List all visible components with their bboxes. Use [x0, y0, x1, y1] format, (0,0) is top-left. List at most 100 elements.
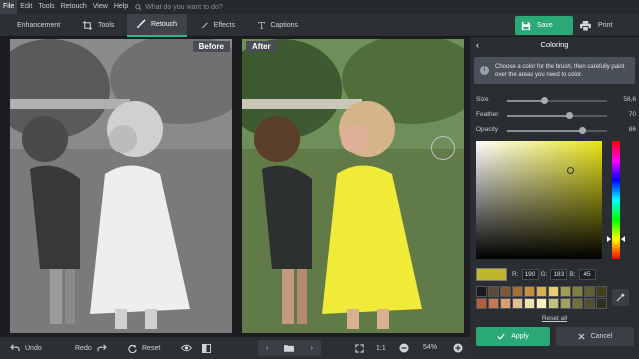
hue-strip[interactable]	[612, 141, 620, 259]
opacity-thumb[interactable]	[579, 127, 586, 134]
help-search-placeholder: What do you want to do?	[145, 3, 223, 11]
zoom-out-button[interactable]	[399, 340, 409, 356]
b-input[interactable]: 45	[578, 269, 596, 280]
color-swatch[interactable]	[512, 298, 523, 309]
after-photo[interactable]: After	[242, 39, 464, 333]
save-button[interactable]: Save	[515, 16, 573, 35]
color-swatch[interactable]	[584, 286, 595, 297]
feather-track[interactable]	[507, 112, 607, 119]
menu-view[interactable]: View	[90, 0, 111, 14]
undo-button[interactable]: Undo	[10, 340, 42, 356]
color-swatch[interactable]	[536, 286, 547, 297]
menu-help[interactable]: Help	[111, 0, 131, 14]
print-button[interactable]: Print	[576, 16, 636, 35]
opacity-track[interactable]	[507, 127, 607, 134]
folder-icon[interactable]	[284, 344, 295, 352]
size-slider[interactable]: Size 58,6	[476, 96, 636, 106]
color-swatch[interactable]	[548, 298, 559, 309]
save-label: Save	[537, 22, 553, 29]
color-swatch[interactable]	[536, 298, 547, 309]
g-input[interactable]: 183	[550, 269, 568, 280]
menu-file[interactable]: File	[0, 0, 18, 14]
reset-button[interactable]: Reset	[128, 340, 160, 356]
wand-icon	[201, 22, 209, 29]
color-swatch[interactable]	[560, 298, 571, 309]
color-swatch[interactable]	[548, 286, 559, 297]
eye-icon	[181, 344, 192, 352]
menu-retouch[interactable]: Retouch	[58, 0, 90, 14]
color-swatch[interactable]	[524, 286, 535, 297]
hue-marker[interactable]	[621, 236, 625, 242]
feather-slider[interactable]: Feather 70	[476, 111, 636, 121]
crop-icon	[82, 20, 93, 31]
image-canvas[interactable]: Before After	[0, 37, 470, 337]
size-label: Size	[476, 96, 489, 103]
color-swatch[interactable]	[572, 298, 583, 309]
tab-effects[interactable]: Effects	[193, 14, 243, 37]
size-track[interactable]	[507, 97, 607, 104]
help-search[interactable]: What do you want to do?	[135, 3, 223, 11]
reset-all-link[interactable]: Reset all	[470, 315, 639, 322]
size-fill	[507, 100, 544, 102]
zoom-out-icon	[399, 343, 409, 353]
color-swatch[interactable]	[488, 286, 499, 297]
color-swatch[interactable]	[584, 298, 595, 309]
cancel-button[interactable]: Cancel	[556, 327, 634, 346]
color-field[interactable]	[476, 141, 602, 259]
info-text: Choose a color for the brush, then caref…	[495, 63, 625, 78]
reset-icon	[128, 344, 137, 353]
menu-edit[interactable]: Edit	[17, 0, 35, 14]
opacity-slider[interactable]: Opacity 86	[476, 126, 636, 136]
panel-title: Coloring	[540, 40, 569, 49]
brush-cursor	[431, 136, 455, 160]
color-swatch[interactable]	[572, 286, 583, 297]
color-swatch[interactable]	[596, 286, 607, 297]
chevron-right-icon[interactable]: ›	[311, 345, 313, 352]
cancel-label: Cancel	[590, 333, 613, 340]
tab-enhancement[interactable]: Enhancement	[4, 14, 66, 37]
color-swatch[interactable]	[476, 298, 487, 309]
color-swatches	[476, 286, 609, 309]
reset-label: Reset	[142, 344, 161, 352]
color-swatch[interactable]	[488, 298, 499, 309]
main-toolbar: Enhancement Tools Retouch Effects Captio…	[0, 14, 639, 37]
zoom-in-button[interactable]	[453, 340, 463, 356]
tab-tools[interactable]: Tools	[74, 14, 126, 37]
apply-button[interactable]: Apply	[476, 327, 550, 346]
size-thumb[interactable]	[541, 97, 548, 104]
r-input[interactable]: 190	[521, 269, 539, 280]
panel-header: ‹ Coloring	[470, 37, 639, 53]
color-swatch[interactable]	[524, 298, 535, 309]
fit-screen-button[interactable]	[355, 340, 364, 356]
preview-button[interactable]	[181, 340, 192, 356]
feather-fill	[507, 115, 569, 117]
bottom-bar: Undo Redo Reset ‹ › 1:1 54%	[0, 337, 470, 359]
color-swatch[interactable]	[596, 298, 607, 309]
color-picker-cursor[interactable]	[567, 167, 574, 174]
feather-label: Feather	[476, 111, 499, 118]
brush-icon	[136, 19, 146, 29]
feather-value: 70	[628, 111, 636, 118]
current-color-swatch	[476, 268, 507, 281]
feather-thumb[interactable]	[566, 112, 573, 119]
color-swatch[interactable]	[500, 298, 511, 309]
coloring-panel: ‹ Coloring i Choose a color for the brus…	[470, 37, 639, 359]
color-swatch[interactable]	[560, 286, 571, 297]
color-swatch[interactable]	[476, 286, 487, 297]
eyedropper-button[interactable]	[612, 289, 629, 306]
color-swatch[interactable]	[500, 286, 511, 297]
after-photo-image	[242, 39, 464, 333]
opacity-fill	[507, 130, 582, 132]
chevron-left-icon[interactable]: ‹	[266, 345, 268, 352]
tab-retouch-label: Retouch	[151, 21, 178, 28]
compare-button[interactable]	[202, 340, 211, 356]
hue-marker[interactable]	[607, 236, 611, 242]
zoom-value[interactable]: 54%	[420, 340, 440, 356]
actual-size-button[interactable]: 1:1	[376, 340, 386, 356]
color-swatch[interactable]	[512, 286, 523, 297]
menu-tools[interactable]: Tools	[35, 0, 57, 14]
redo-button[interactable]: Redo	[75, 340, 107, 356]
tab-retouch[interactable]: Retouch	[127, 14, 187, 37]
tab-captions[interactable]: Captions	[250, 14, 306, 37]
size-value: 58,6	[623, 96, 636, 103]
